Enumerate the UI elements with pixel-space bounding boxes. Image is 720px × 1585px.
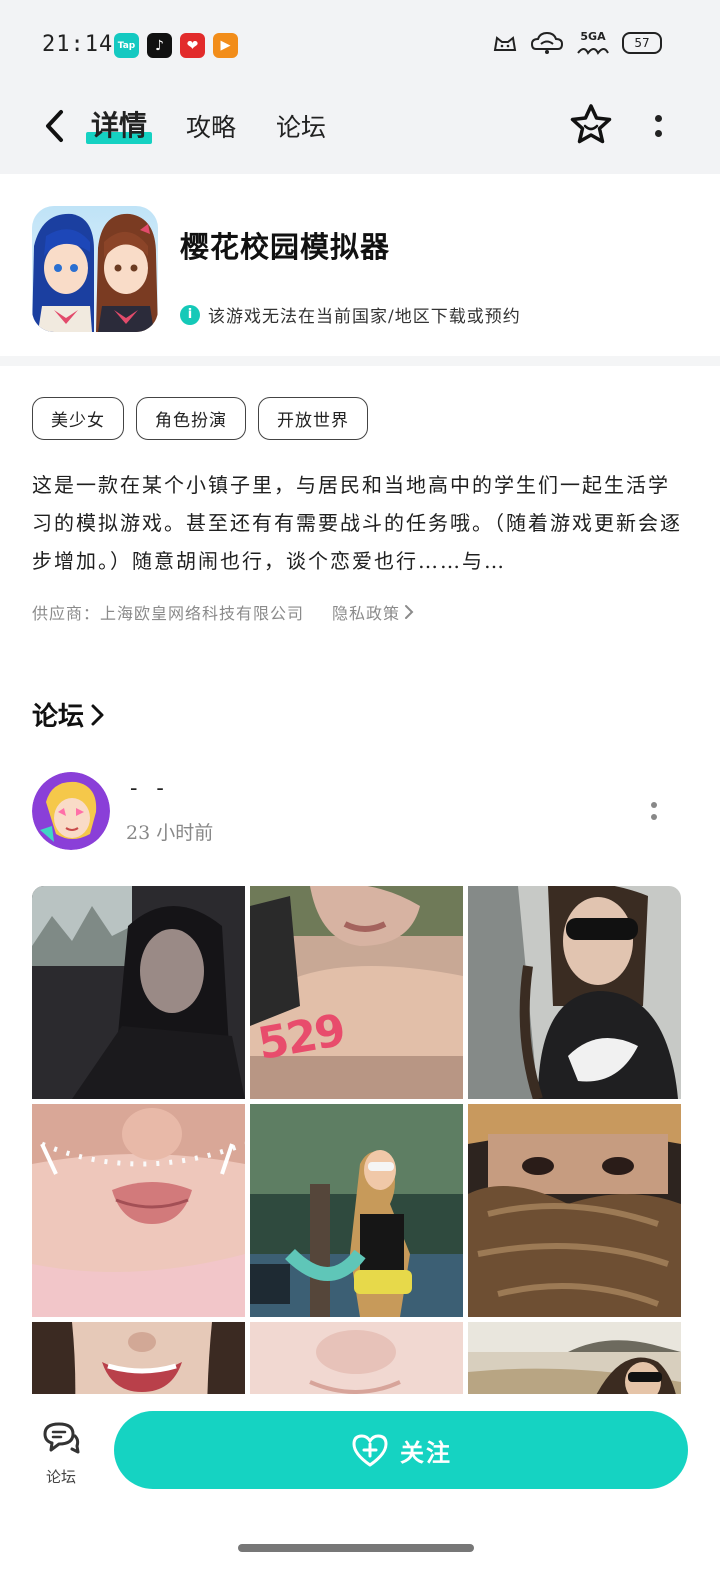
forum-shortcut-button[interactable]: 论坛 — [36, 1420, 86, 1487]
tag-chip[interactable]: 角色扮演 — [136, 397, 246, 440]
privacy-policy-link[interactable]: 隐私政策 — [332, 600, 414, 624]
game-description[interactable]: 这是一款在某个小镇子里，与居民和当地高中的学生们一起生活学习的模拟游戏。甚至还有… — [32, 466, 682, 580]
post-photo[interactable] — [250, 1322, 463, 1394]
favorite-button[interactable] — [568, 102, 614, 148]
system-status-icons: 5GA 57 — [492, 30, 662, 55]
post-photo[interactable]: 529 — [250, 886, 463, 1099]
cellular-signal: 5GA — [576, 30, 610, 55]
post-photo[interactable] — [468, 886, 681, 1099]
forum-heading-label: 论坛 — [32, 702, 85, 732]
taptap-icon: Tap — [114, 33, 139, 58]
post-photo[interactable] — [32, 1322, 245, 1394]
chat-bubbles-icon — [43, 1422, 80, 1454]
home-indicator[interactable] — [238, 1544, 474, 1552]
forum-shortcut-label: 论坛 — [45, 1468, 76, 1486]
info-icon: i — [180, 304, 200, 325]
network-type-label: 5GA — [580, 30, 606, 43]
game-header: 樱花校园模拟器 i 该游戏无法在当前国家/地区下载或预约 — [0, 174, 720, 358]
heart-plus-icon — [352, 1434, 388, 1467]
supplier-text: 供应商：上海欧皇网络科技有限公司 — [32, 604, 305, 623]
post-author-name[interactable]: - - — [130, 776, 170, 801]
battery-icon: 57 — [622, 31, 662, 54]
region-notice: i 该游戏无法在当前国家/地区下载或预约 — [180, 302, 521, 327]
post-photo[interactable] — [468, 1322, 681, 1394]
game-title: 樱花校园模拟器 — [180, 230, 391, 264]
chevron-right-icon — [91, 704, 104, 725]
post-photo[interactable] — [250, 1104, 463, 1317]
tab-detail[interactable]: 详情 — [91, 104, 147, 144]
top-nav-bar: 详情 攻略 论坛 — [0, 92, 720, 174]
region-notice-text: 该游戏无法在当前国家/地区下载或预约 — [208, 307, 521, 327]
bilibili-icon: ▶ — [213, 33, 238, 58]
more-options-button[interactable] — [644, 106, 672, 146]
tag-chip[interactable]: 美少女 — [32, 397, 124, 440]
post-photo-grid: 529 — [32, 886, 681, 1394]
star-face-icon — [570, 104, 612, 144]
status-time: 21:14 — [42, 32, 114, 57]
supplier-row: 供应商：上海欧皇网络科技有限公司 隐私政策 — [32, 600, 414, 624]
tab-forum[interactable]: 论坛 — [276, 108, 326, 144]
forum-section-heading[interactable]: 论坛 — [32, 696, 106, 733]
follow-button-label: 关注 — [400, 1437, 452, 1467]
chevron-right-icon — [405, 605, 414, 619]
notification-app-icons: Tap ♪ ❤ ▶ — [114, 33, 238, 58]
post-photo[interactable] — [32, 1104, 245, 1317]
signal-bars-icon — [577, 48, 609, 55]
tag-chip[interactable]: 开放世界 — [258, 397, 368, 440]
post-author-avatar[interactable] — [32, 772, 110, 850]
tiktok-icon: ♪ — [147, 33, 172, 58]
bottom-action-bar: 论坛 关注 — [0, 1394, 720, 1585]
post-more-button[interactable] — [646, 798, 662, 824]
tab-guide[interactable]: 攻略 — [186, 108, 236, 144]
back-button[interactable] — [34, 106, 74, 146]
game-icon — [32, 206, 158, 332]
post-photo[interactable] — [468, 1104, 681, 1317]
post-photo[interactable] — [32, 886, 245, 1099]
status-bar: 21:14 Tap ♪ ❤ ▶ 5GA 57 — [0, 0, 720, 92]
wifi-cloud-icon — [530, 31, 564, 54]
follow-button[interactable]: 关注 — [114, 1411, 688, 1489]
game-tags: 美少女 角色扮演 开放世界 — [32, 397, 368, 440]
section-divider — [0, 356, 720, 366]
pinduoduo-icon: ❤ — [180, 33, 205, 58]
silent-cat-icon — [493, 35, 517, 51]
post-timestamp: 23 小时前 — [126, 822, 214, 844]
battery-level: 57 — [634, 35, 650, 50]
privacy-policy-label: 隐私政策 — [332, 604, 401, 623]
chevron-left-icon — [46, 110, 63, 142]
